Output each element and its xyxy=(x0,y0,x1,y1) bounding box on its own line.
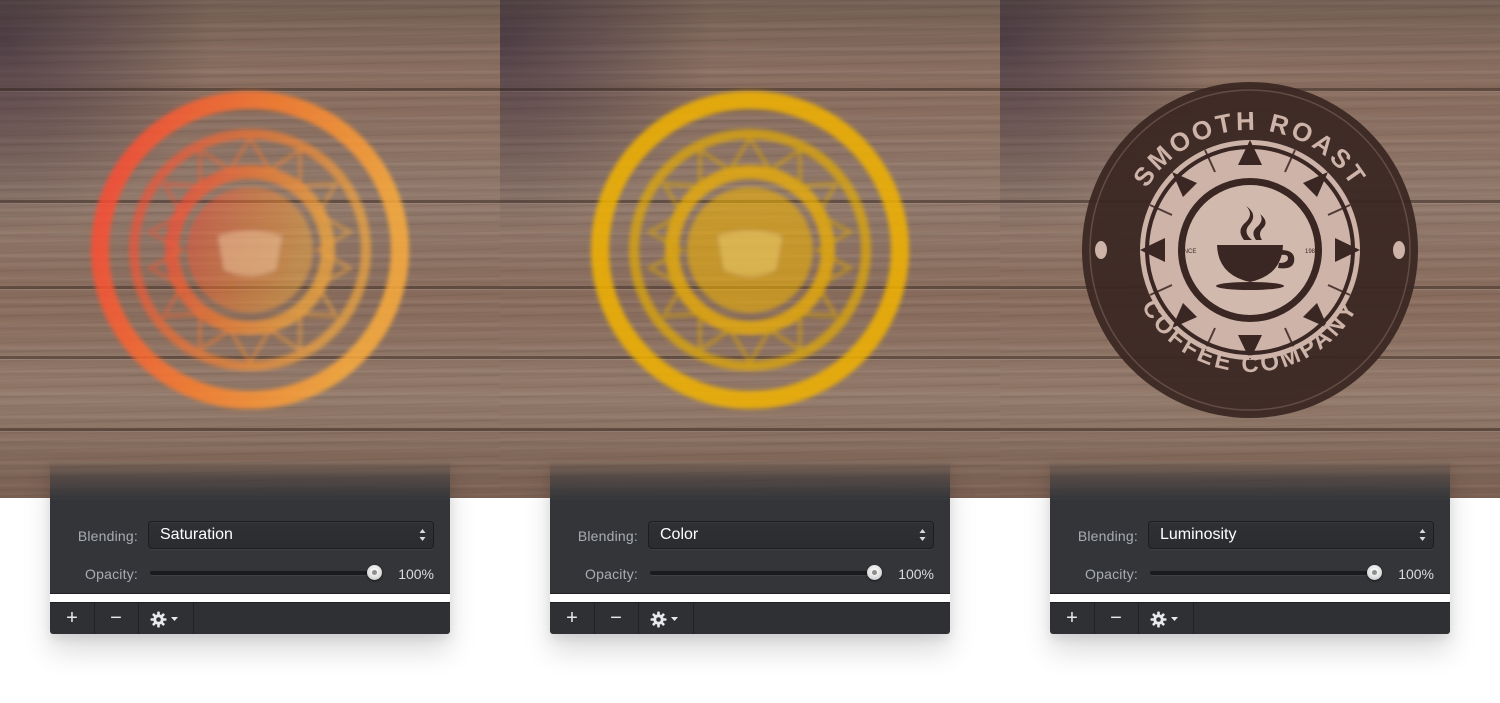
minus-icon: − xyxy=(610,607,622,629)
plus-icon: + xyxy=(66,607,78,629)
updown-chevron-icon xyxy=(919,529,926,541)
opacity-slider-thumb[interactable] xyxy=(367,565,383,580)
opacity-slider-fill xyxy=(1150,571,1376,575)
gear-icon xyxy=(650,611,667,628)
settings-menu-button[interactable] xyxy=(1138,603,1194,634)
remove-layer-button[interactable]: − xyxy=(94,603,139,634)
opacity-label: Opacity: xyxy=(1085,566,1138,582)
add-layer-button[interactable]: + xyxy=(1050,603,1095,634)
settings-menu-button[interactable] xyxy=(638,603,694,634)
blending-mode-value: Color xyxy=(660,526,699,543)
blending-mode-select[interactable]: Luminosity xyxy=(1148,521,1434,549)
blending-mode-select[interactable]: Saturation xyxy=(148,521,434,549)
blending-label: Blending: xyxy=(577,528,638,544)
coffee-logo-saturation xyxy=(91,91,409,409)
updown-chevron-icon xyxy=(419,529,426,541)
opacity-slider[interactable] xyxy=(650,565,883,580)
layer-panel: Blending: Saturation Opacity: 100% + − xyxy=(50,460,450,634)
opacity-label: Opacity: xyxy=(585,566,638,582)
settings-menu-button[interactable] xyxy=(138,603,194,634)
caret-down-icon xyxy=(171,617,178,621)
panel-body: Blending: Luminosity Opacity: 100% xyxy=(1050,500,1450,594)
panel-toolbar: + − xyxy=(50,602,450,634)
blending-label: Blending: xyxy=(77,528,138,544)
plus-icon: + xyxy=(566,607,578,629)
since-label: SINCE xyxy=(1178,249,1196,255)
blend-example-luminosity: SINCE 1981 SMOOTH ROAST COFFEE COMPANY B… xyxy=(1000,0,1500,703)
minus-icon: − xyxy=(1110,607,1122,629)
blending-mode-select[interactable]: Color xyxy=(648,521,934,549)
add-layer-button[interactable]: + xyxy=(50,603,95,634)
panel-body: Blending: Color Opacity: 100% xyxy=(550,500,950,594)
add-layer-button[interactable]: + xyxy=(550,603,595,634)
updown-chevron-icon xyxy=(1419,529,1426,541)
opacity-slider-thumb[interactable] xyxy=(867,565,883,580)
opacity-slider-fill xyxy=(150,571,376,575)
opacity-label: Opacity: xyxy=(85,566,138,582)
blending-mode-value: Saturation xyxy=(160,526,233,543)
opacity-value: 100% xyxy=(398,566,434,582)
remove-layer-button[interactable]: − xyxy=(1094,603,1139,634)
plus-icon: + xyxy=(1066,607,1078,629)
layer-panel: Blending: Color Opacity: 100% + − xyxy=(550,460,950,634)
opacity-value: 100% xyxy=(1398,566,1434,582)
opacity-slider-thumb[interactable] xyxy=(1367,565,1383,580)
gear-icon xyxy=(150,611,167,628)
remove-layer-button[interactable]: − xyxy=(594,603,639,634)
minus-icon: − xyxy=(110,607,122,629)
opacity-slider[interactable] xyxy=(1150,565,1383,580)
layer-panel: Blending: Luminosity Opacity: 100% + − xyxy=(1050,460,1450,634)
panel-toolbar: + − xyxy=(1050,602,1450,634)
opacity-slider-fill xyxy=(650,571,876,575)
caret-down-icon xyxy=(671,617,678,621)
opacity-value: 100% xyxy=(898,566,934,582)
comparison-stage: Blending: Saturation Opacity: 100% + − B… xyxy=(0,0,1500,703)
gear-icon xyxy=(1150,611,1167,628)
blending-mode-value: Luminosity xyxy=(1160,526,1237,543)
coffee-logo-color xyxy=(591,91,909,409)
year-label: 1981 xyxy=(1305,249,1319,255)
opacity-slider[interactable] xyxy=(150,565,383,580)
blend-example-saturation: Blending: Saturation Opacity: 100% + − xyxy=(0,0,500,703)
coffee-logo-luminosity: SINCE 1981 SMOOTH ROAST COFFEE COMPANY xyxy=(1082,82,1418,418)
panel-toolbar: + − xyxy=(550,602,950,634)
blend-example-color: Blending: Color Opacity: 100% + − xyxy=(500,0,1000,703)
caret-down-icon xyxy=(1171,617,1178,621)
blending-label: Blending: xyxy=(1077,528,1138,544)
panel-body: Blending: Saturation Opacity: 100% xyxy=(50,500,450,594)
